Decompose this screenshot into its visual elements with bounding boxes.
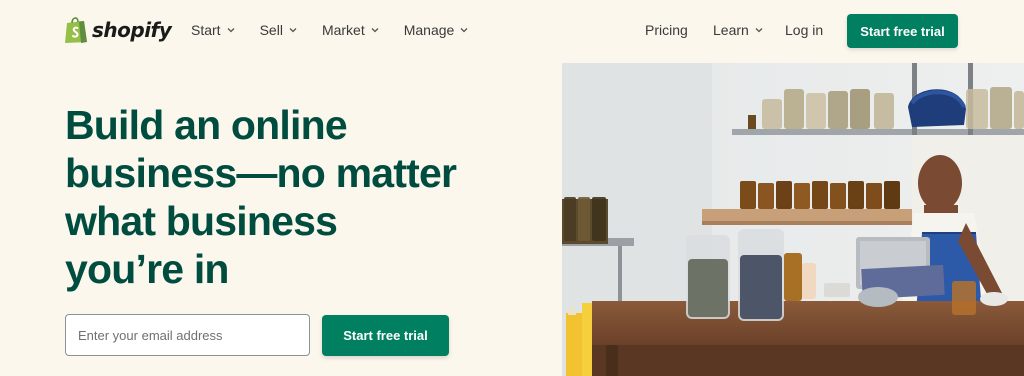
nav-item-pricing[interactable]: Pricing <box>645 22 688 38</box>
login-link[interactable]: Log in <box>785 22 823 38</box>
chevron-down-icon <box>755 28 763 33</box>
nav-item-label: Manage <box>403 22 455 38</box>
hero-title: Build an online business—no matter what … <box>65 101 485 293</box>
shopping-bag-logo-icon <box>64 15 88 44</box>
chevron-down-icon <box>460 28 468 33</box>
nav-item-label: Sell <box>259 22 283 38</box>
nav-item-label: Market <box>321 22 365 38</box>
nav-item-start[interactable]: Start <box>191 22 236 38</box>
hero-title-line: Build an online <box>65 102 348 148</box>
hero-start-trial-button[interactable]: Start free trial <box>322 315 449 356</box>
nav-item-label: Log in <box>785 22 824 38</box>
chevron-down-icon <box>289 28 297 33</box>
logo-wordmark: shopify <box>92 17 172 42</box>
site-header: shopify Start Sell Market Manage Pricing… <box>0 0 1024 62</box>
hero-title-line: business—no matter <box>65 150 457 196</box>
email-input[interactable] <box>65 314 310 356</box>
nav-item-label: Pricing <box>645 22 688 38</box>
hero-image <box>562 63 1024 376</box>
nav-item-manage[interactable]: Manage <box>404 22 470 38</box>
nav-item-learn[interactable]: Learn <box>713 22 764 38</box>
primary-nav: Start Sell Market Manage <box>191 22 493 38</box>
chevron-down-icon <box>371 28 379 33</box>
hero-title-line: what business <box>65 198 338 244</box>
hero-title-line: you’re in <box>65 246 229 292</box>
nav-item-label: Start <box>191 22 221 38</box>
chevron-down-icon <box>227 28 235 33</box>
nav-item-label: Learn <box>713 22 749 38</box>
nav-item-market[interactable]: Market <box>322 22 380 38</box>
header-start-trial-button[interactable]: Start free trial <box>847 14 958 48</box>
nav-item-sell[interactable]: Sell <box>260 22 298 38</box>
shopify-logo[interactable]: shopify <box>64 15 172 44</box>
